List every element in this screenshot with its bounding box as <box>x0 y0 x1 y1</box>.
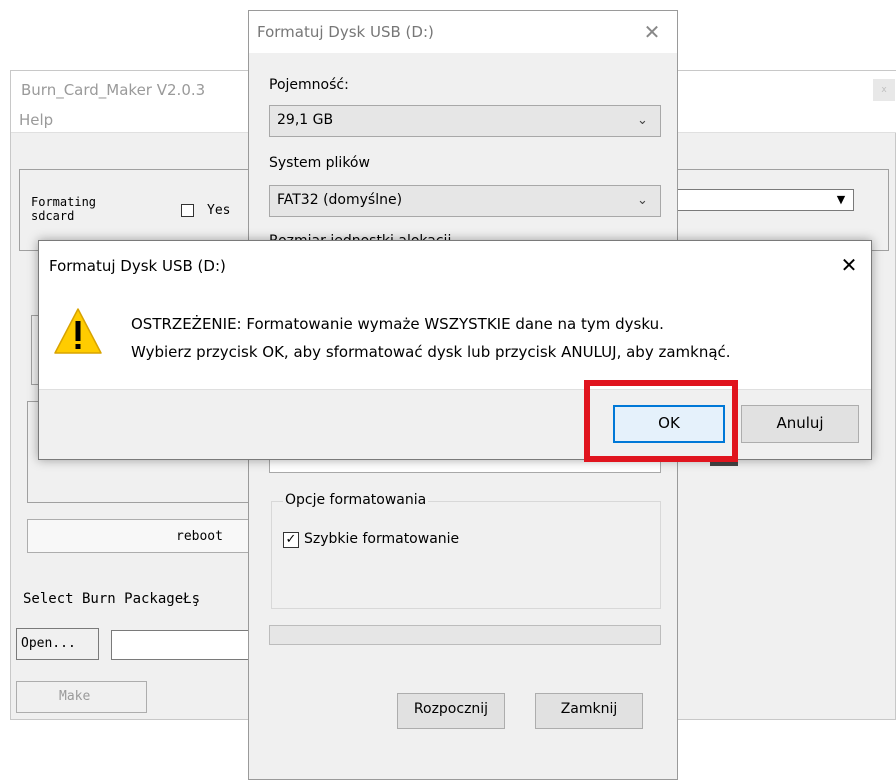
filesystem-value: FAT32 (domyślne) <box>277 192 403 208</box>
filesystem-label: System plików <box>269 155 370 171</box>
format-progress-bar <box>269 625 661 645</box>
close-button-label: Zamknij <box>560 701 618 717</box>
chevron-down-icon[interactable]: ⌄ <box>637 193 648 208</box>
menu-help[interactable]: Help <box>19 111 53 129</box>
formatting-yes-label: Yes <box>207 203 231 218</box>
warning-message-line2: Wybierz przycisk OK, aby sformatować dys… <box>131 343 731 361</box>
warning-dialog-title: Formatuj Dysk USB (D:) <box>49 257 226 275</box>
bcm-combobox[interactable] <box>666 189 854 211</box>
warning-triangle-icon <box>54 308 102 354</box>
bcm-window-title: Burn_Card_Maker V2.0.3 <box>21 81 206 99</box>
select-burn-package-label: Select Burn PackageŁş <box>23 591 201 607</box>
chevron-down-icon[interactable]: ⌄ <box>637 113 648 128</box>
warning-message-line1: OSTRZEŻENIE: Formatowanie wymaże WSZYSTK… <box>131 315 664 333</box>
formatting-yes-checkbox[interactable] <box>181 204 194 217</box>
make-button-label: Make <box>59 689 91 704</box>
ok-button-label: OK <box>658 414 680 432</box>
format-options-legend: Opcje formatowania <box>283 492 429 508</box>
bcm-close-icon[interactable]: x <box>873 79 895 101</box>
formatting-sdcard-label: Formating sdcard <box>31 195 97 223</box>
format-warning-dialog: Formatuj Dysk USB (D:) ✕ OSTRZEŻENIE: Fo… <box>38 240 872 460</box>
cancel-button-label: Anuluj <box>776 414 824 432</box>
combobox-arrow-icon[interactable]: ▼ <box>829 190 853 210</box>
format-dialog-title: Formatuj Dysk USB (D:) <box>257 23 434 41</box>
capacity-value: 29,1 GB <box>277 112 334 128</box>
format-options-group <box>271 501 661 609</box>
package-path-input[interactable] <box>111 630 261 660</box>
quick-format-checkbox[interactable]: ✓ <box>283 532 299 548</box>
format-dialog-close-icon[interactable]: ✕ <box>639 19 665 45</box>
warning-dialog-close-icon[interactable]: ✕ <box>835 251 863 279</box>
start-button-label: Rozpocznij <box>413 701 489 717</box>
open-button-label: Open... <box>21 636 76 651</box>
capacity-label: Pojemność: <box>269 77 349 93</box>
format-dialog-titlebar[interactable]: Formatuj Dysk USB (D:) ✕ <box>249 11 677 53</box>
quick-format-label[interactable]: Szybkie formatowanie <box>304 531 459 547</box>
reboot-button-label: reboot <box>176 529 223 544</box>
